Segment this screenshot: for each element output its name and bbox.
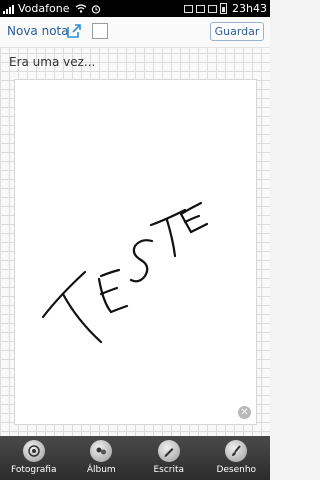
pen-icon <box>157 440 180 462</box>
color-swatch[interactable] <box>92 23 108 39</box>
note-title[interactable]: Era uma vez... <box>9 55 95 69</box>
wifi-icon <box>76 4 87 13</box>
tab-desenho[interactable]: Desenho <box>203 436 271 480</box>
tab-fotografia[interactable]: Fotografia <box>0 436 68 480</box>
share-icon[interactable] <box>66 23 82 39</box>
tab-label: Fotografia <box>10 465 57 475</box>
signal-icon <box>3 4 14 14</box>
tab-label: Escrita <box>153 465 185 475</box>
camera-icon <box>22 440 45 462</box>
alarm-icon <box>92 4 101 14</box>
toolbar: Nova nota Guardar <box>0 17 270 48</box>
drawing-canvas[interactable]: ✕ <box>14 79 257 425</box>
mail-icon <box>184 4 194 13</box>
image-icon <box>208 4 218 13</box>
note-page: Nova nota Guardar Era uma vez... ✕ <box>0 17 270 436</box>
status-bar: Vodafone 23h43 <box>0 0 270 17</box>
clear-icon[interactable]: ✕ <box>238 406 251 419</box>
tab-label: Desenho <box>216 465 257 475</box>
battery-icon <box>220 3 228 14</box>
tab-escrita[interactable]: Escrita <box>135 436 203 480</box>
album-icon <box>90 440 113 462</box>
save-button[interactable]: Guardar <box>210 22 264 41</box>
handwriting-drawing <box>41 201 209 344</box>
new-note-button[interactable]: Nova nota <box>7 24 69 38</box>
bottom-bar: Fotografia Álbum Escrita Desenho <box>0 436 270 480</box>
tab-album[interactable]: Álbum <box>68 436 136 480</box>
brush-icon <box>225 440 248 462</box>
email-icon <box>196 4 206 13</box>
tab-label: Álbum <box>86 465 116 475</box>
clock: 23h43 <box>232 2 267 15</box>
carrier-name: Vodafone <box>18 2 70 15</box>
